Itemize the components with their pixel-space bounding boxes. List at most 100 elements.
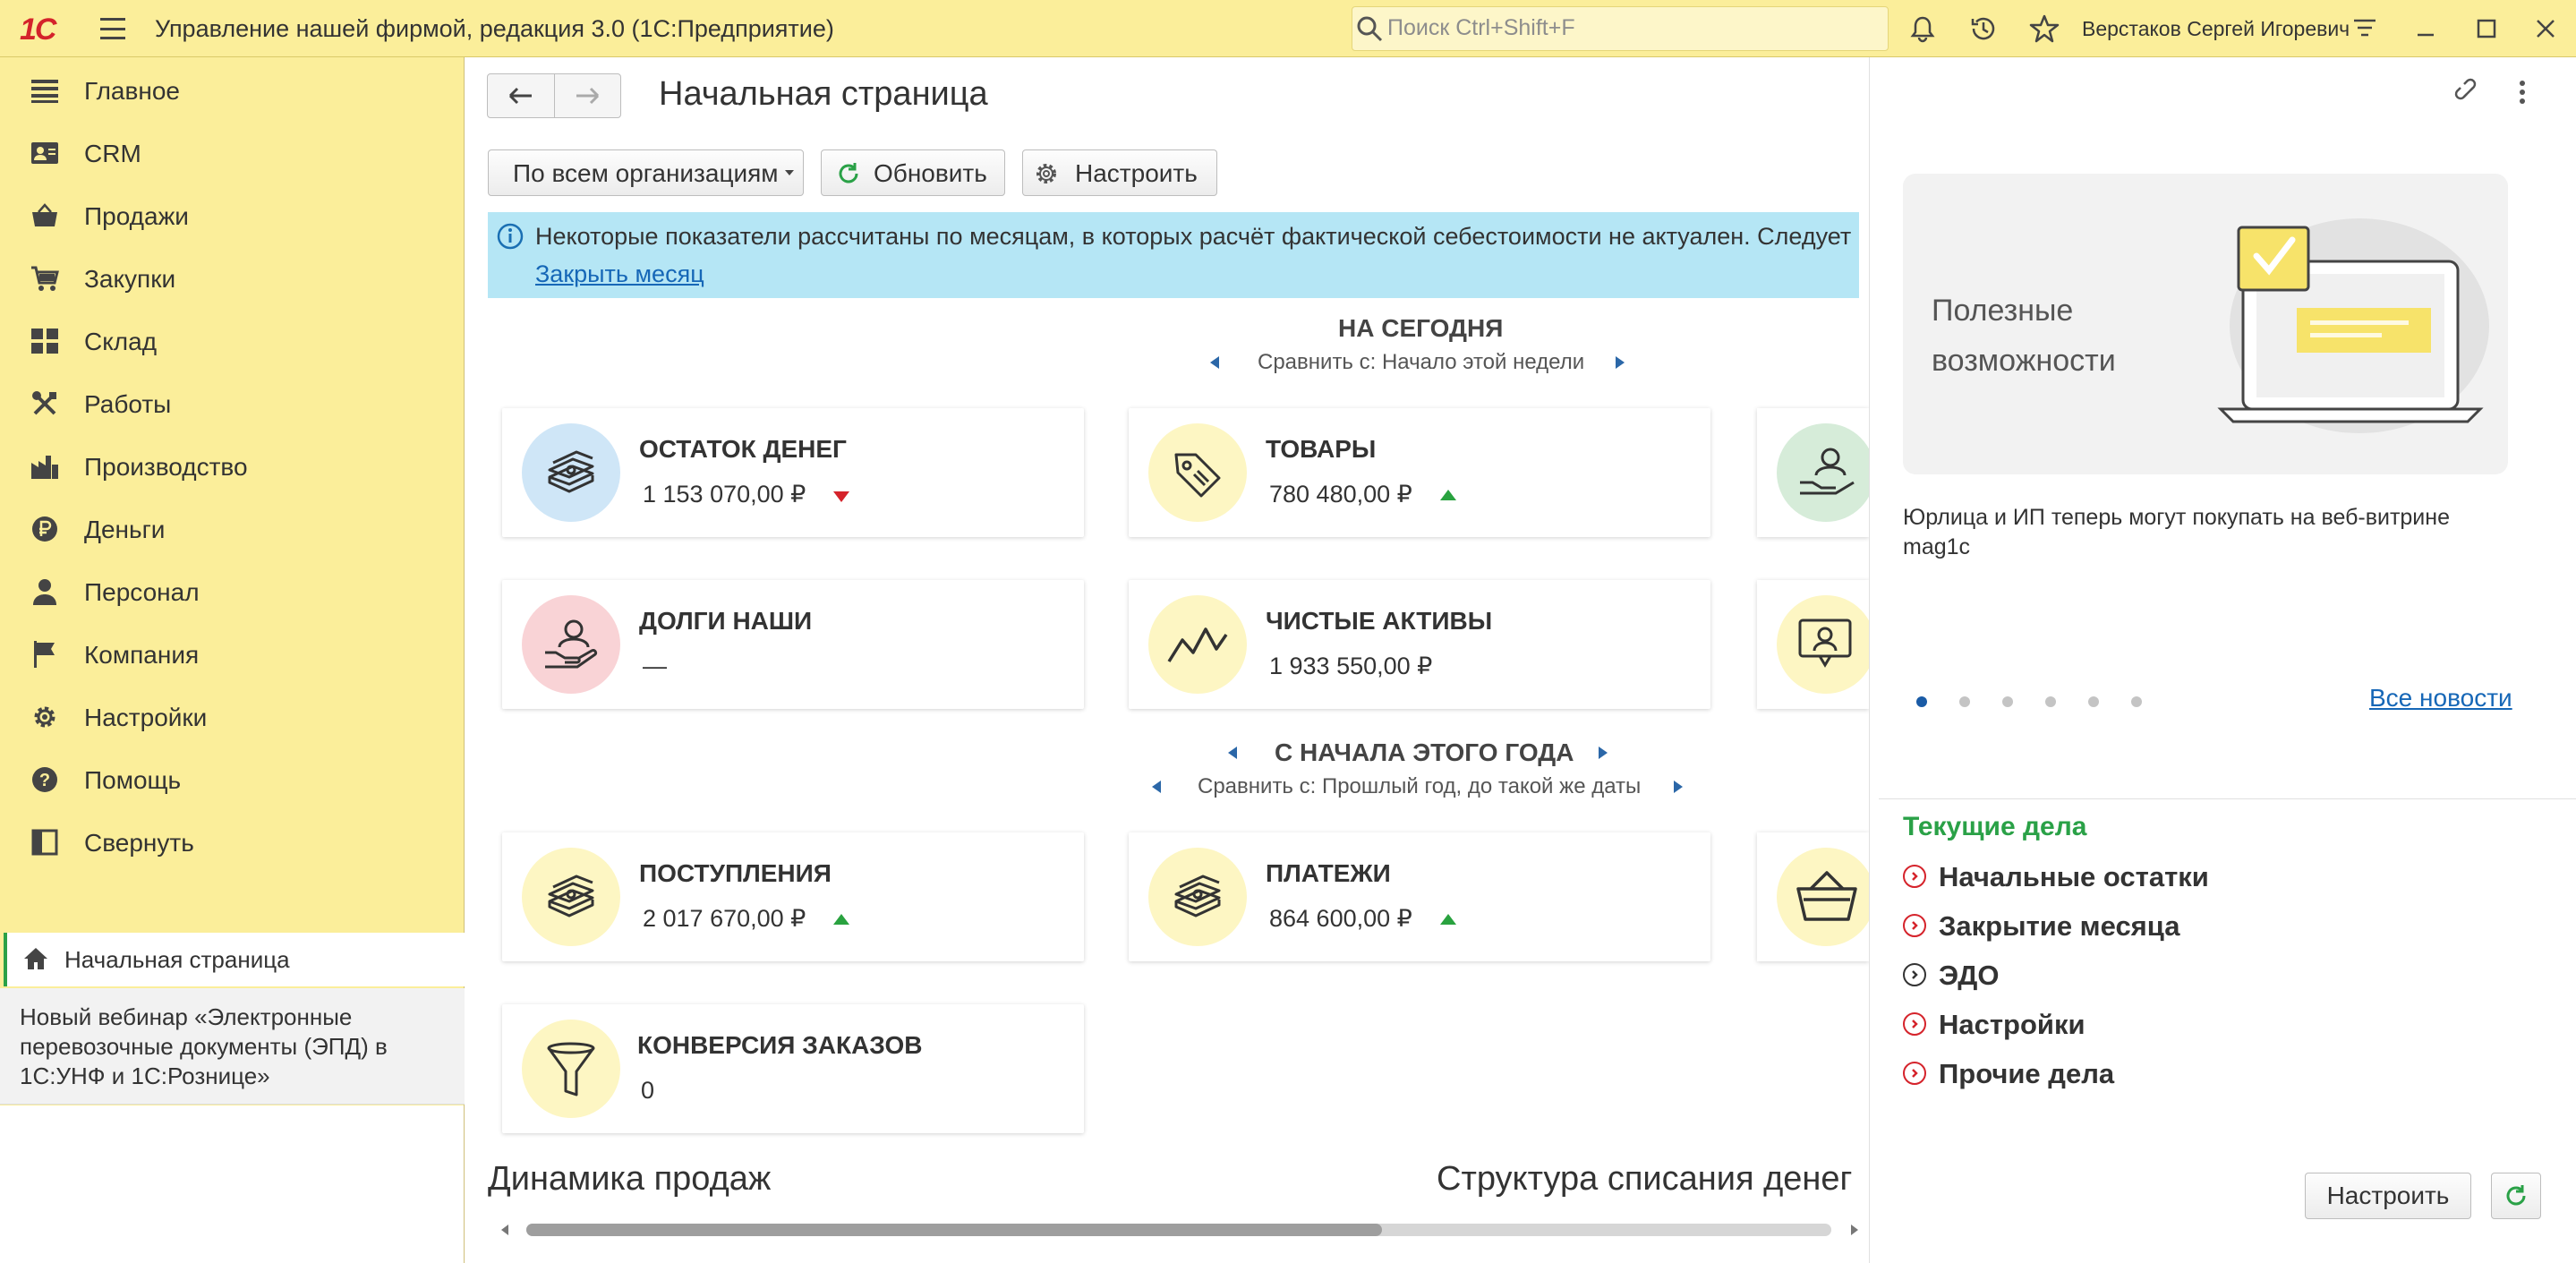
task-label: ЭДО: [1939, 960, 2000, 991]
refresh-icon: [2506, 1185, 2526, 1206]
divider: [1879, 798, 2576, 799]
kpi-card-order-conversion[interactable]: КОНВЕРСИЯ ЗАКАЗОВ 0: [502, 1004, 1084, 1133]
customize-button[interactable]: Настроить: [1022, 149, 1217, 196]
compare-prev-arrow[interactable]: [1152, 781, 1161, 793]
gear-icon: [1036, 164, 1056, 183]
period-next-arrow[interactable]: [1599, 747, 1608, 759]
kpi-card-our-debts[interactable]: ДОЛГИ НАШИ —: [502, 580, 1084, 709]
tasks-refresh-button[interactable]: [2491, 1173, 2541, 1219]
sidebar-item-label: Главное: [84, 77, 180, 105]
svg-text:?: ?: [39, 771, 50, 790]
kpi-card-receipts[interactable]: ПОСТУПЛЕНИЯ 2 017 670,00 ₽: [502, 832, 1084, 961]
carousel-dot[interactable]: [1959, 696, 1970, 707]
carousel-dot[interactable]: [2131, 696, 2142, 707]
org-select[interactable]: По всем организациям: [488, 149, 804, 196]
trend-down-icon: [833, 491, 849, 502]
forward-button[interactable]: [555, 74, 621, 117]
sidebar-item-label: Производство: [84, 453, 248, 481]
all-news-link[interactable]: Все новости: [2369, 684, 2512, 713]
promo-banner[interactable]: Полезные возможности: [1903, 174, 2508, 474]
scroll-right-icon[interactable]: [1851, 1225, 1858, 1235]
kpi-card-partial[interactable]: [1757, 408, 1875, 537]
horizontal-scrollbar[interactable]: [487, 1216, 1865, 1243]
sidebar-item-help[interactable]: ? Помощь: [0, 748, 465, 811]
sidebar-item-money[interactable]: Деньги: [0, 498, 465, 560]
kpi-value: 1 933 550,00 ₽: [1269, 653, 1433, 679]
gear-icon: [30, 703, 59, 731]
carousel-dot[interactable]: [2088, 696, 2099, 707]
kpi-title: ДОЛГИ НАШИ: [639, 607, 813, 635]
kpi-card-partial[interactable]: [1757, 580, 1875, 709]
kpi-card-net-assets[interactable]: ЧИСТЫЕ АКТИВЫ 1 933 550,00 ₽: [1129, 580, 1710, 709]
year-section-title: С НАЧАЛА ЭТОГО ГОДА: [1275, 738, 1574, 766]
more-menu-icon[interactable]: [2507, 77, 2538, 107]
search-placeholder: Поиск Ctrl+Shift+F: [1387, 15, 1575, 40]
info-text: Некоторые показатели рассчитаны по месяц…: [535, 223, 1852, 250]
back-button[interactable]: [488, 74, 555, 117]
close-icon[interactable]: [2529, 13, 2562, 45]
presentation-icon: [1777, 595, 1875, 694]
kpi-value: 864 600,00 ₽: [1269, 905, 1412, 932]
favorites-star-icon[interactable]: [2028, 13, 2060, 45]
sidebar-item-settings[interactable]: Настройки: [0, 686, 465, 748]
cart-icon: [30, 264, 59, 293]
sidebar-item-company[interactable]: Компания: [0, 623, 465, 686]
main-menu-icon[interactable]: [100, 18, 125, 39]
chevron-right-icon: [1903, 865, 1926, 888]
basket-icon: [30, 201, 59, 230]
compare-next-arrow[interactable]: [1616, 356, 1625, 369]
sidebar-item-collapse[interactable]: Свернуть: [0, 811, 465, 874]
scroll-left-icon[interactable]: [501, 1225, 508, 1235]
laptop-illustration: [2217, 218, 2489, 433]
sidebar-item-production[interactable]: Производство: [0, 435, 465, 498]
sidebar-item-warehouse[interactable]: Склад: [0, 310, 465, 372]
link-icon[interactable]: [2453, 77, 2484, 107]
kpi-value: 2 017 670,00 ₽: [643, 905, 806, 932]
close-month-link[interactable]: Закрыть месяц: [535, 260, 704, 288]
scrollbar-thumb[interactable]: [526, 1224, 1382, 1236]
sidebar-item-main[interactable]: Главное: [0, 59, 465, 122]
list-icon: [30, 76, 59, 105]
task-label: Настройки: [1939, 1009, 2086, 1040]
sidebar-item-crm[interactable]: CRM: [0, 122, 465, 184]
sidebar-item-personnel[interactable]: Персонал: [0, 560, 465, 623]
news-caption[interactable]: Юрлица и ИП теперь могут покупать на веб…: [1903, 503, 2512, 562]
year-compare-label[interactable]: Сравнить с: Прошлый год, до такой же дат…: [1198, 774, 1641, 799]
carousel-dot[interactable]: [2002, 696, 2013, 707]
today-compare-label[interactable]: Сравнить с: Начало этой недели: [1258, 350, 1584, 375]
settings-menu-icon[interactable]: [2349, 13, 2381, 45]
minimize-icon[interactable]: [2410, 13, 2442, 45]
compare-next-arrow[interactable]: [1674, 781, 1683, 793]
task-label: Прочие дела: [1939, 1058, 2115, 1089]
kpi-title: ОСТАТОК ДЕНЕГ: [639, 435, 847, 463]
tasks-settings-button[interactable]: Настроить: [2305, 1173, 2471, 1219]
refresh-button[interactable]: Обновить: [821, 149, 1005, 196]
title-bar: 1С Управление нашей фирмой, редакция 3.0…: [0, 0, 2576, 57]
kpi-card-payments[interactable]: ПЛАТЕЖИ 864 600,00 ₽: [1129, 832, 1710, 961]
sidebar-item-works[interactable]: Работы: [0, 372, 465, 435]
app-title: Управление нашей фирмой, редакция 3.0 (1…: [155, 15, 834, 42]
task-label: Начальные остатки: [1939, 861, 2209, 892]
bell-icon[interactable]: [1906, 13, 1939, 45]
compare-prev-arrow[interactable]: [1210, 356, 1219, 369]
kpi-title: ЧИСТЫЕ АКТИВЫ: [1266, 607, 1493, 635]
period-prev-arrow[interactable]: [1228, 747, 1237, 759]
maximize-icon[interactable]: [2470, 13, 2503, 45]
sidebar-item-purchases[interactable]: Закупки: [0, 247, 465, 310]
sidebar-news-text: Новый вебинар «Электронные перевозочные …: [20, 1003, 388, 1089]
contacts-icon: [30, 139, 59, 167]
kpi-card-cash-balance[interactable]: ОСТАТОК ДЕНЕГ 1 153 070,00 ₽: [502, 408, 1084, 537]
open-tab-home[interactable]: Начальная страница: [4, 933, 465, 986]
history-icon[interactable]: [1967, 13, 2000, 45]
money-stack-icon: [522, 423, 620, 522]
factory-icon: [30, 452, 59, 481]
carousel-dot[interactable]: [2045, 696, 2056, 707]
carousel-dot[interactable]: [1916, 696, 1927, 707]
kpi-card-partial[interactable]: [1757, 832, 1875, 961]
sidebar-news[interactable]: Новый вебинар «Электронные перевозочные …: [0, 988, 465, 1105]
sidebar-item-sales[interactable]: Продажи: [0, 184, 465, 247]
kpi-card-goods[interactable]: ТОВАРЫ 780 480,00 ₽: [1129, 408, 1710, 537]
home-icon: [24, 948, 47, 969]
user-name[interactable]: Верстаков Сергей Игоревич: [2082, 17, 2350, 41]
sidebar-item-label: Склад: [84, 328, 158, 355]
